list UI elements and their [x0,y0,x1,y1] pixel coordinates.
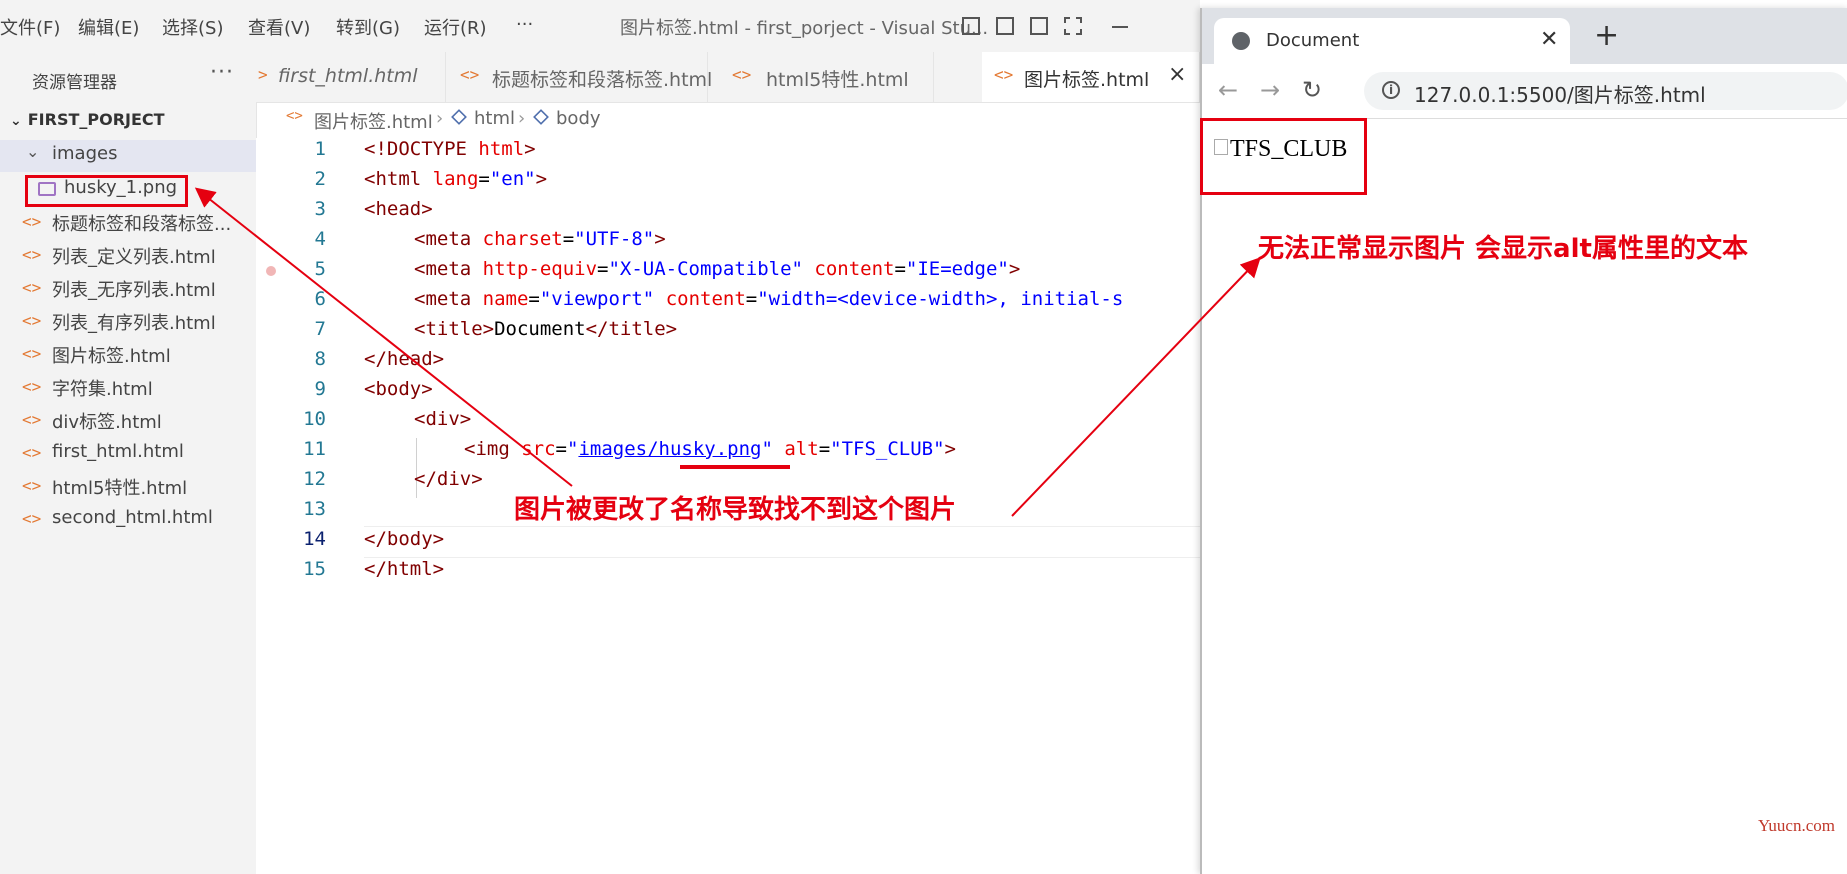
annotation-note-editor: 图片被更改了名称导致找不到这个图片 [514,495,957,525]
arrow-to-file [194,187,573,487]
arrow-to-browser [1011,257,1261,517]
annotation-arrows [194,187,1261,517]
watermark: Yuucn.com [1758,816,1835,835]
annotation-note-browser: 无法正常显示图片 会显示alt属性里的文本 [1258,234,1748,264]
